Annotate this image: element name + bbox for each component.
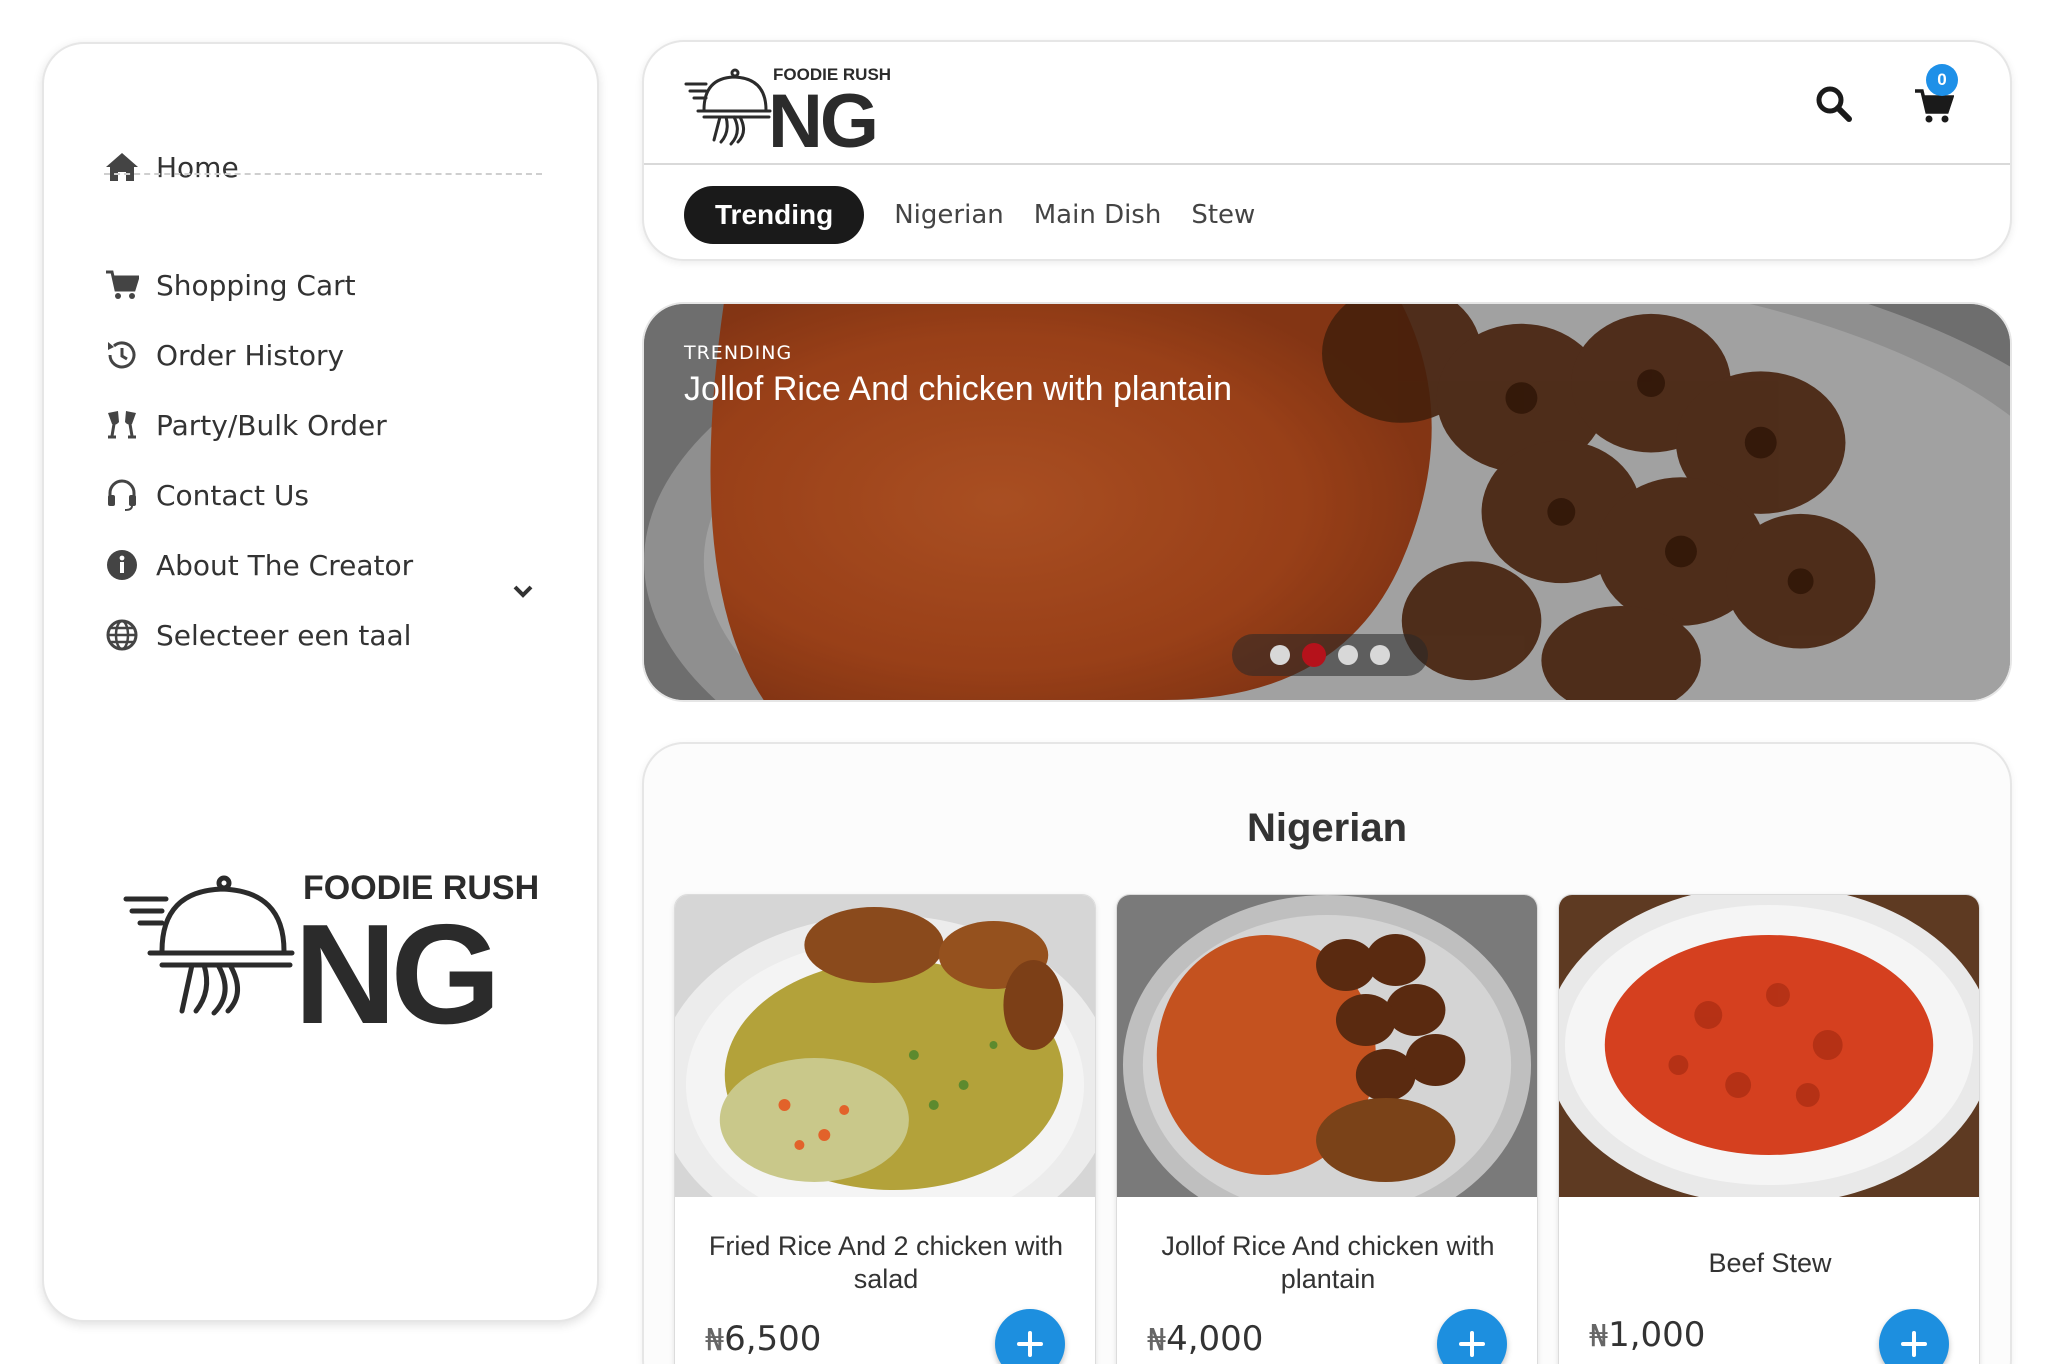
add-to-cart-button[interactable]: [995, 1309, 1065, 1364]
currency-symbol: ₦: [1147, 1323, 1167, 1358]
language-label: Selecteer een taal: [156, 618, 412, 652]
cart-icon: [104, 267, 140, 303]
sidebar-item-shopping-cart[interactable]: Shopping Cart: [104, 262, 356, 308]
tab-trending[interactable]: Trending: [684, 186, 865, 244]
product-image: [1559, 895, 1979, 1197]
price-value: 4,000: [1166, 1319, 1264, 1359]
product-name: Jollof Rice And chicken with plantain: [1161, 1231, 1495, 1294]
sidebar-item-label: Contact Us: [156, 478, 309, 512]
hero-tag: TRENDING: [684, 342, 793, 364]
nigerian-section: Nigerian Fried Rice And 2 chicken with s…: [642, 742, 2012, 1364]
product-price: ₦6,500: [705, 1319, 821, 1359]
product-card[interactable]: Fried Rice And 2 chicken with salad ₦6,5…: [674, 894, 1096, 1364]
product-card[interactable]: Beef Stew ₦1,000: [1558, 894, 1980, 1364]
plus-icon: [1459, 1331, 1485, 1357]
currency-symbol: ₦: [1589, 1319, 1609, 1354]
sidebar-item-label: Order History: [156, 338, 345, 372]
sidebar-item-label: Shopping Cart: [156, 268, 356, 302]
history-icon: [104, 337, 140, 373]
product-price: ₦4,000: [1147, 1319, 1263, 1359]
sidebar-item-contact-us[interactable]: Contact Us: [104, 472, 309, 518]
tab-main-dish[interactable]: Main Dish: [1034, 200, 1162, 230]
sidebar-item-label: About The Creator: [156, 548, 414, 582]
home-icon: [104, 149, 140, 185]
search-icon[interactable]: [1814, 84, 1854, 124]
headset-icon: [104, 477, 140, 513]
currency-symbol: ₦: [705, 1323, 725, 1358]
plus-icon: [1901, 1331, 1927, 1357]
product-image: [675, 895, 1095, 1197]
chevron-down-icon[interactable]: [509, 577, 537, 605]
tab-stew[interactable]: Stew: [1191, 200, 1255, 230]
brand-logo-large: FOODIE RUSH NG: [122, 861, 552, 1054]
product-card[interactable]: Jollof Rice And chicken with plantain ₦4…: [1116, 894, 1538, 1364]
language-selector[interactable]: Selecteer een taal: [104, 612, 411, 658]
hero-carousel[interactable]: TRENDING Jollof Rice And chicken with pl…: [642, 302, 2012, 702]
sidebar-item-party-bulk-order[interactable]: Party/Bulk Order: [104, 402, 387, 448]
add-to-cart-button[interactable]: [1437, 1309, 1507, 1364]
category-tabs: Trending Nigerian Main Dish Stew: [684, 186, 1285, 244]
price-value: 6,500: [724, 1319, 822, 1359]
header-card: FOODIE RUSH NG 0 Trending Nigerian Main …: [642, 40, 2012, 261]
carousel-dot[interactable]: [1270, 645, 1290, 665]
add-to-cart-button[interactable]: [1879, 1309, 1949, 1364]
product-name: Fried Rice And 2 chicken with salad: [708, 1231, 1064, 1294]
tab-nigerian[interactable]: Nigerian: [894, 200, 1004, 230]
sidebar-item-order-history[interactable]: Order History: [104, 332, 344, 378]
sidebar-item-label: Home: [156, 150, 239, 184]
plus-icon: [1017, 1331, 1043, 1357]
sidebar: Home Shopping Cart Order History Party/B…: [42, 42, 599, 1322]
brand-big: NG: [294, 895, 495, 1031]
cart-count-badge: 0: [1926, 64, 1958, 96]
carousel-dot[interactable]: [1370, 645, 1390, 665]
carousel-dot-active[interactable]: [1302, 643, 1326, 667]
sidebar-divider: [104, 173, 542, 175]
sidebar-item-label: Party/Bulk Order: [156, 408, 387, 442]
info-icon: [104, 547, 140, 583]
product-price: ₦1,000: [1589, 1315, 1705, 1355]
carousel-indicators: [1232, 634, 1428, 676]
brand-big-header: NG: [768, 79, 876, 152]
hero-title[interactable]: Jollof Rice And chicken with plantain: [684, 370, 1232, 409]
product-name: Beef Stew: [1708, 1247, 1832, 1278]
carousel-dot[interactable]: [1338, 645, 1358, 665]
section-title: Nigerian: [1246, 806, 1408, 850]
brand-logo[interactable]: FOODIE RUSH NG: [684, 60, 899, 164]
product-image: [1117, 895, 1537, 1197]
sidebar-item-about-creator[interactable]: About The Creator: [104, 542, 413, 588]
globe-icon: [104, 617, 140, 653]
party-glasses-icon: [104, 407, 140, 443]
header-top-bar: FOODIE RUSH NG 0: [644, 42, 2010, 165]
price-value: 1,000: [1608, 1315, 1706, 1355]
sidebar-item-home[interactable]: Home: [104, 144, 239, 190]
